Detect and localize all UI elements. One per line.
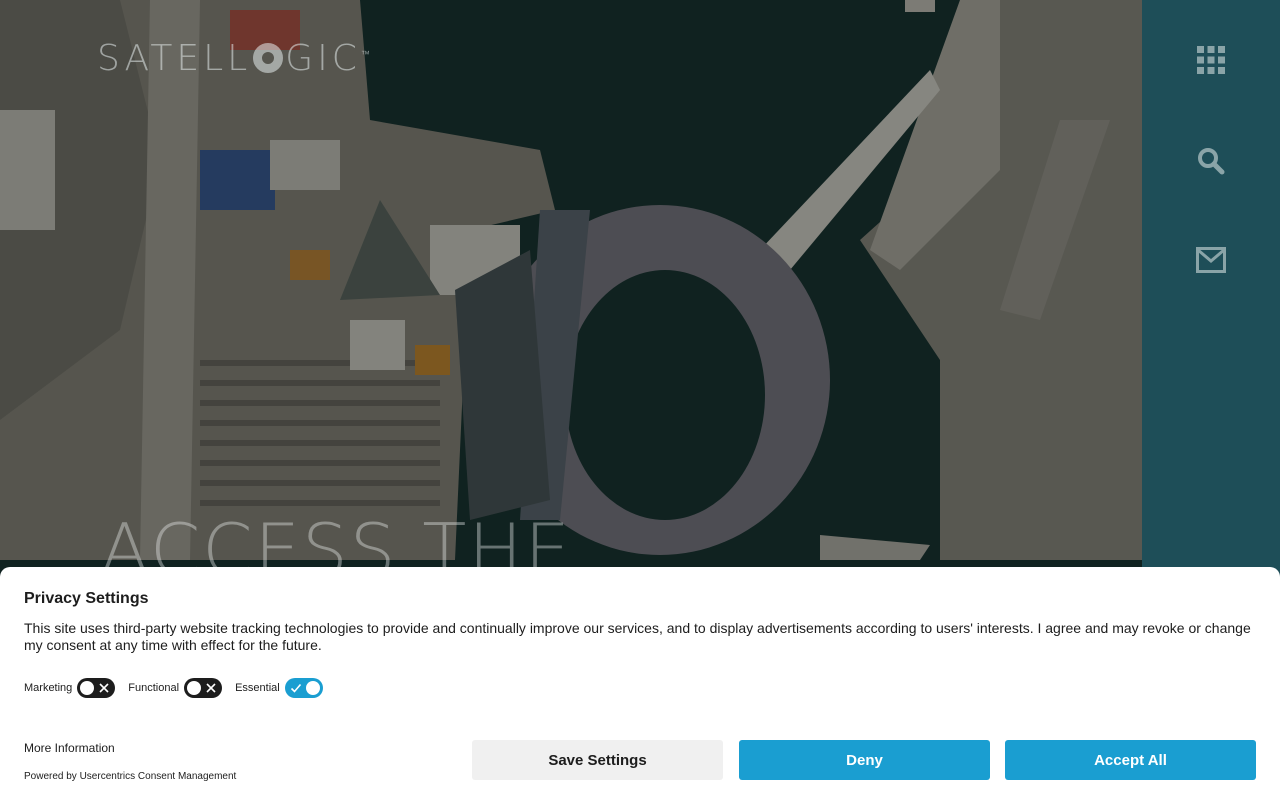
switch-knob <box>305 681 320 695</box>
search-button[interactable] <box>1191 141 1231 181</box>
consent-title: Privacy Settings <box>24 590 149 607</box>
toggle-functional-label: Functional <box>128 682 180 694</box>
consent-toggles: Marketing Functional Essential <box>24 678 336 698</box>
marketing-switch[interactable] <box>77 678 116 698</box>
functional-switch[interactable] <box>184 678 223 698</box>
logo-ring-icon <box>253 43 284 73</box>
switch-knob <box>80 681 95 695</box>
grid-menu-icon <box>1197 46 1225 74</box>
accept-all-button[interactable]: Accept All <box>1005 740 1256 780</box>
toggle-functional: Functional <box>128 678 223 698</box>
more-information-link[interactable]: More Information <box>24 741 115 755</box>
contact-mail-button[interactable] <box>1191 240 1231 280</box>
privacy-consent-banner: Privacy Settings This site uses third-pa… <box>0 567 1280 800</box>
satellogic-logo[interactable]: SATELL GIC™ <box>97 38 374 79</box>
toggle-marketing-label: Marketing <box>24 682 73 694</box>
grid-menu-button[interactable] <box>1191 40 1231 80</box>
logo-trademark: ™ <box>360 50 374 60</box>
consent-description: This site uses third-party website track… <box>24 620 1251 653</box>
powered-by-text: Powered by Usercentrics Consent Manageme… <box>24 771 237 782</box>
check-icon <box>290 683 301 693</box>
mail-icon <box>1196 247 1226 273</box>
essential-switch[interactable] <box>284 678 323 698</box>
logo-text-right: GIC <box>285 38 361 79</box>
switch-knob <box>187 681 202 695</box>
toggle-essential: Essential <box>235 678 323 698</box>
cross-icon <box>206 683 216 693</box>
save-settings-button[interactable]: Save Settings <box>472 740 723 780</box>
deny-button[interactable]: Deny <box>739 740 990 780</box>
toggle-marketing: Marketing <box>24 678 116 698</box>
cross-icon <box>99 683 109 693</box>
search-icon <box>1198 148 1225 175</box>
toggle-essential-label: Essential <box>235 682 280 694</box>
logo-text-left: SATELL <box>97 38 252 79</box>
